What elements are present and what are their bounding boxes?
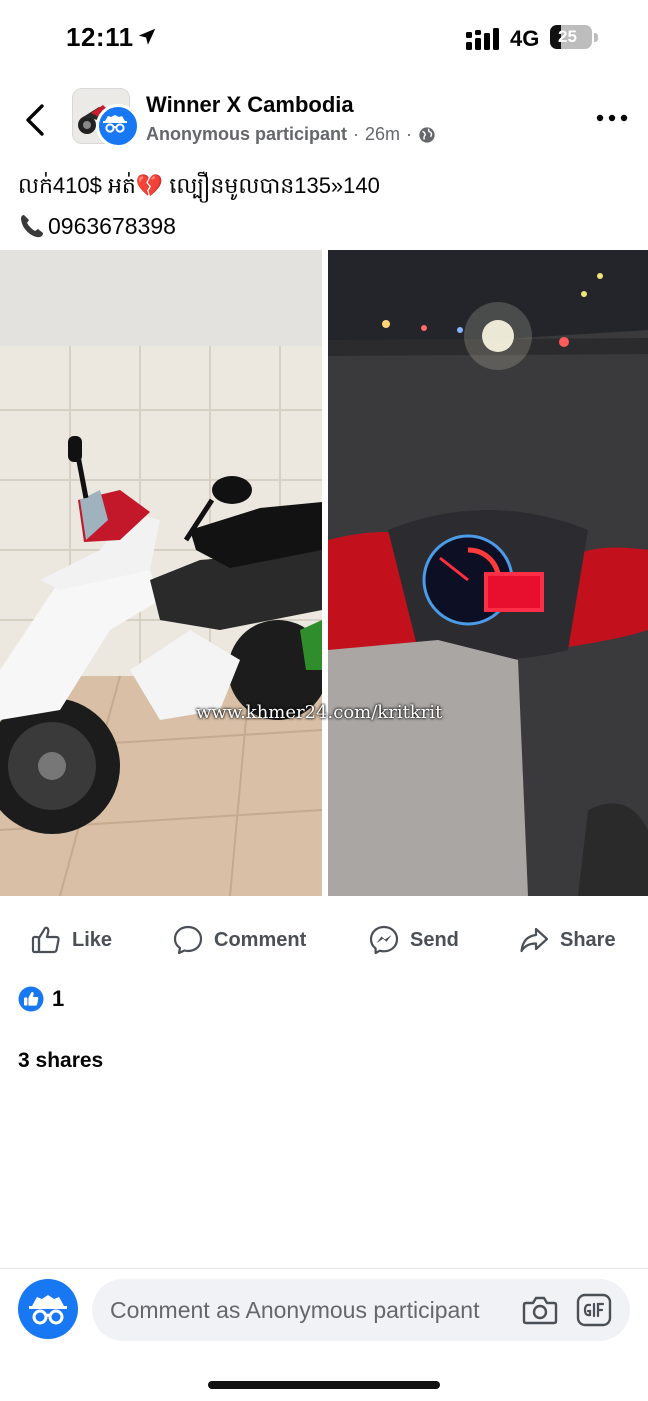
home-indicator[interactable] xyxy=(208,1381,440,1389)
send-button[interactable]: Send xyxy=(368,916,459,964)
cellular-signal-icon xyxy=(466,28,499,50)
thumbs-up-icon xyxy=(31,926,60,954)
battery-icon: 25 xyxy=(550,25,598,51)
comment-placeholder: Comment as Anonymous participant xyxy=(110,1297,480,1323)
battery-level: 25 xyxy=(558,27,577,46)
post-meta: Anonymous participant · 26m · xyxy=(146,124,436,145)
commenter-avatar[interactable] xyxy=(18,1279,78,1339)
poster-name[interactable]: Anonymous participant xyxy=(146,124,347,145)
reaction-summary[interactable]: 1 xyxy=(18,986,64,1012)
comment-composer: Comment as Anonymous participant xyxy=(0,1268,648,1401)
more-horizontal-icon[interactable] xyxy=(596,108,628,128)
location-arrow-icon xyxy=(138,28,156,45)
telephone-receiver-icon xyxy=(21,215,43,238)
post-photo-dashboard[interactable] xyxy=(328,250,648,896)
meta-separator: · xyxy=(353,124,360,144)
like-label: Like xyxy=(72,928,113,951)
comment-label: Comment xyxy=(214,928,307,951)
camera-icon[interactable] xyxy=(522,1293,558,1327)
meta-separator: · xyxy=(406,124,413,144)
send-label: Send xyxy=(410,928,459,951)
photo-watermark: www.khmer24.com/kritkrit xyxy=(196,702,443,723)
post-phone[interactable]: 0963678398 xyxy=(48,213,176,240)
post-actions: Like Comment Send Share xyxy=(0,916,648,966)
post-photo-motorcycle[interactable] xyxy=(0,250,322,896)
post-phone-line: 0963678398 xyxy=(18,212,176,240)
gif-icon[interactable] xyxy=(576,1293,612,1327)
group-name[interactable]: Winner X Cambodia xyxy=(146,92,354,118)
network-type: 4G xyxy=(510,26,540,51)
globe-icon xyxy=(419,126,435,143)
post-text: លក់410$ អត់💔 ល្បឿនមូលបាន135»140 xyxy=(18,173,380,198)
share-arrow-icon xyxy=(520,927,549,953)
anonymous-badge xyxy=(96,104,140,148)
comment-button[interactable]: Comment xyxy=(172,916,306,964)
incognito-icon xyxy=(29,1295,67,1325)
share-label: Share xyxy=(560,928,616,951)
share-count[interactable]: 3 shares xyxy=(18,1049,103,1073)
share-button[interactable]: Share xyxy=(518,916,616,964)
like-button[interactable]: Like xyxy=(30,916,112,964)
like-reaction-icon xyxy=(18,986,44,1012)
comment-bubble-icon xyxy=(173,925,203,955)
status-time: 12:11 xyxy=(66,22,134,52)
status-bar: 12:11 4G 25 xyxy=(0,0,648,78)
incognito-icon xyxy=(103,115,127,133)
comment-input[interactable]: Comment as Anonymous participant xyxy=(92,1279,630,1341)
messenger-icon xyxy=(369,925,399,955)
post-time[interactable]: 26m xyxy=(365,124,400,145)
reaction-count: 1 xyxy=(52,986,65,1011)
chevron-left-icon[interactable] xyxy=(22,102,50,138)
